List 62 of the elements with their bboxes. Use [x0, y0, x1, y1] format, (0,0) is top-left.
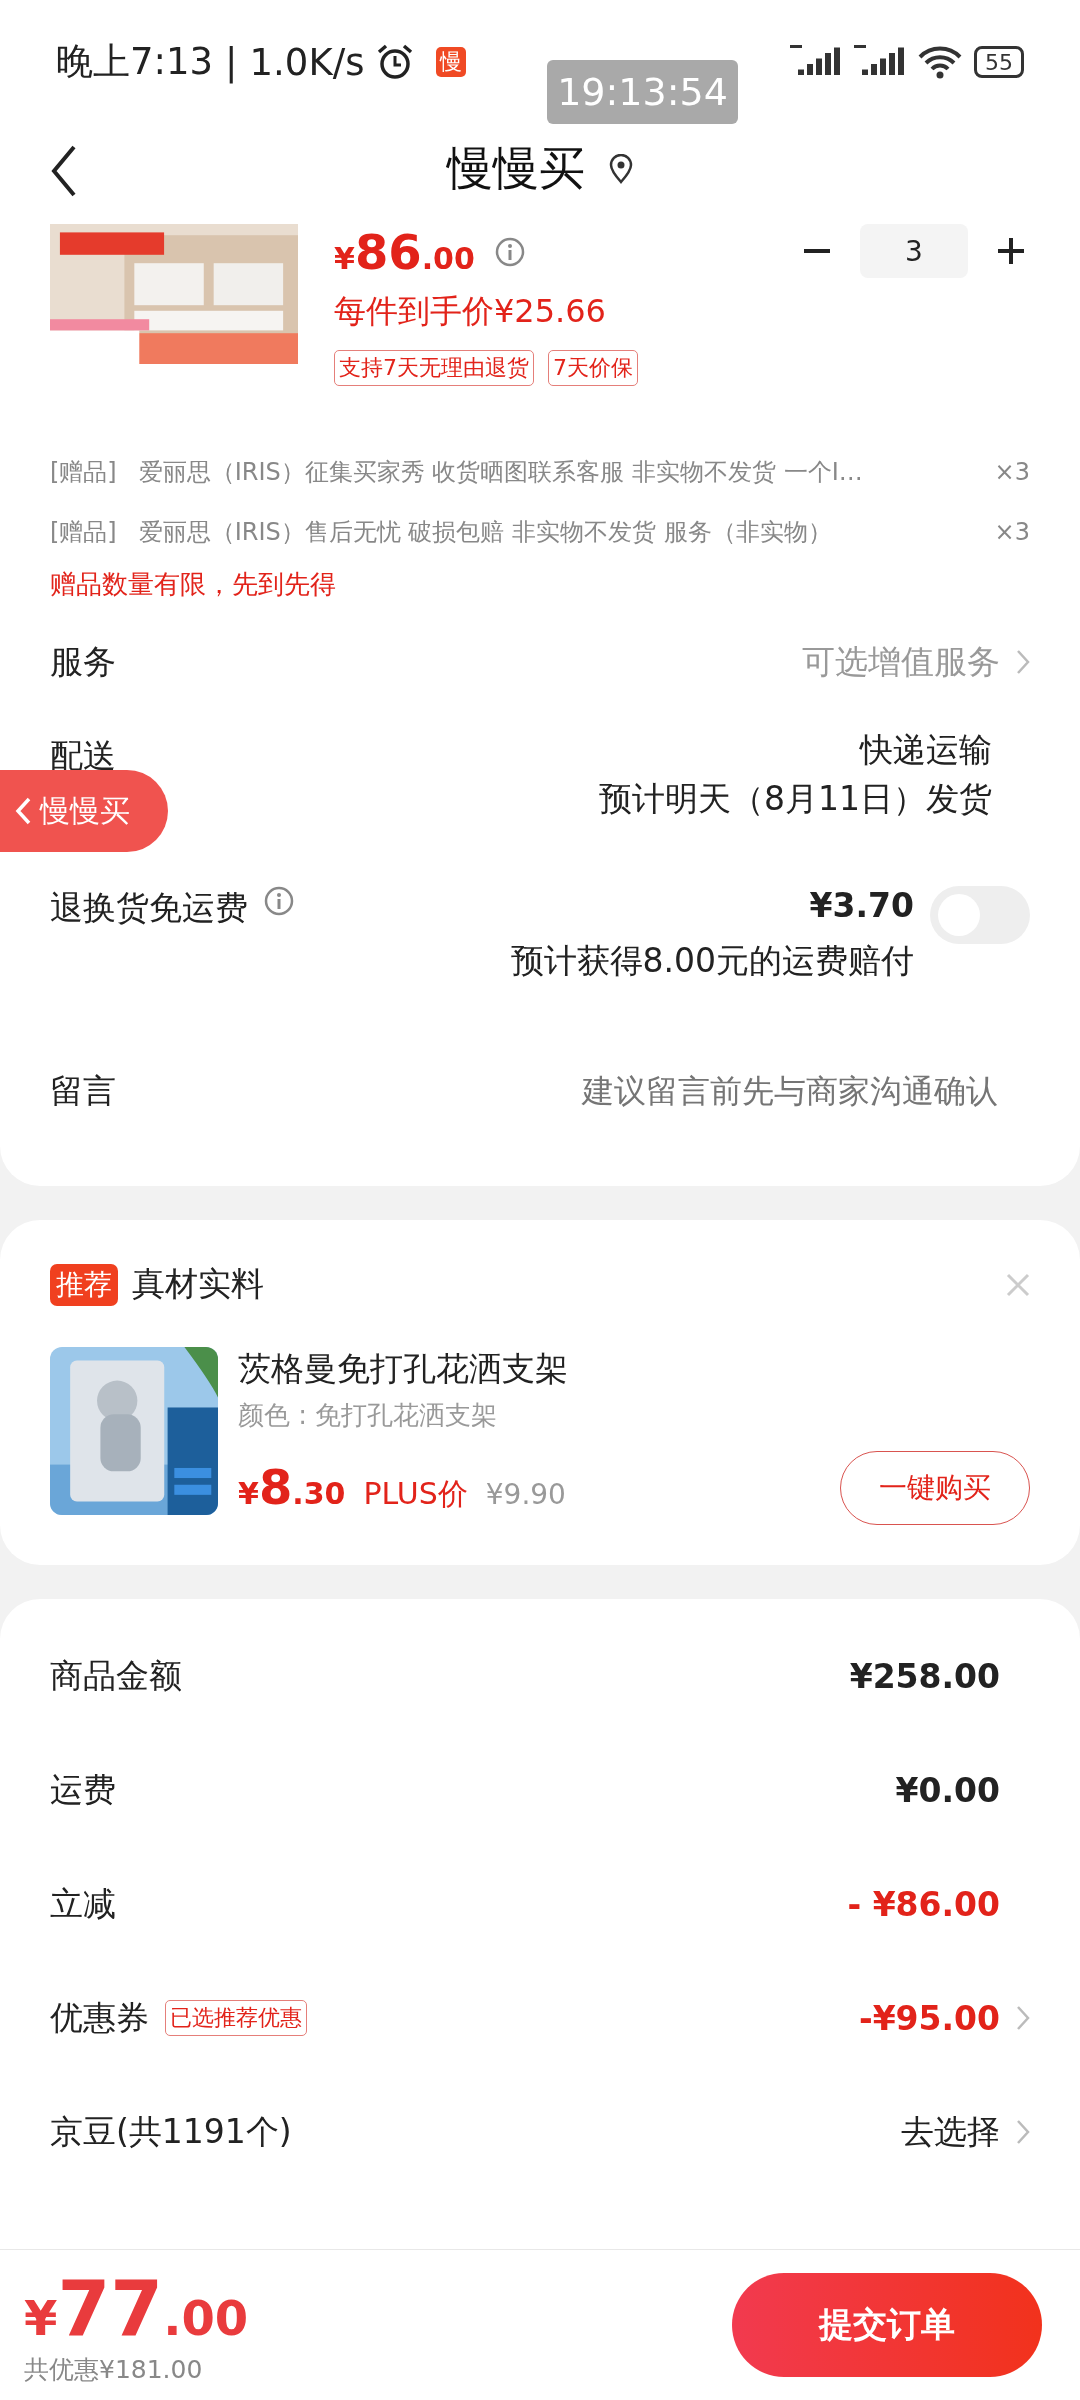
unit-price: 每件到手价¥25.66	[334, 291, 607, 332]
recommend-variant: 颜色 : 免打孔花洒支架	[238, 1399, 499, 1432]
coupon-tag: 已选推荐优惠	[165, 2000, 307, 2036]
chevron-icon	[1016, 2119, 1030, 2145]
summary-value: ¥258.00	[849, 1656, 1000, 1696]
service-value[interactable]: 可选增值服务	[802, 639, 1000, 685]
clock-overlay: 19:13:54	[547, 60, 738, 124]
status-time: 晚上7:13	[56, 39, 214, 85]
gift-label: [赠品]	[50, 517, 117, 548]
service-label: 服务	[50, 640, 116, 683]
summary-label: 京豆(共1191个)	[50, 2110, 292, 2153]
wifi-icon	[918, 45, 962, 79]
total-savings: 共优惠¥181.00	[24, 2354, 204, 2386]
page-title: 慢慢买	[447, 140, 585, 197]
plus-icon	[996, 236, 1026, 266]
message-label: 留言	[50, 1069, 116, 1112]
alarm-icon	[376, 43, 415, 81]
info-icon[interactable]	[264, 886, 294, 916]
delivery-method: 快递运输	[860, 729, 992, 771]
buy-now-button[interactable]: 一键购买	[840, 1451, 1030, 1525]
recommend-price: ¥8.30	[238, 1459, 346, 1515]
summary-value: ¥0.00	[895, 1770, 1000, 1810]
gift-count: ×3	[994, 458, 1030, 486]
minus-icon	[804, 249, 830, 253]
status-separator: |	[225, 40, 238, 84]
submit-order-button[interactable]: 提交订单	[732, 2273, 1042, 2377]
product-price: ¥86.00	[334, 224, 475, 280]
chevron-left-icon	[14, 796, 32, 826]
battery-icon: 55	[974, 46, 1024, 78]
summary-value[interactable]: 去选择	[901, 2109, 1000, 2155]
summary-label: 优惠券	[50, 1996, 149, 2039]
summary-label: 运费	[50, 1768, 116, 1811]
gift-label: [赠品]	[50, 457, 117, 488]
recommend-title: 真材实料	[132, 1263, 265, 1305]
delivery-eta: 预计明天（8月11日）发货	[599, 778, 992, 820]
recommend-badge: 推荐	[50, 1263, 118, 1306]
original-price: ¥9.90	[485, 1478, 566, 1511]
chevron-icon	[1016, 649, 1030, 675]
back-icon	[50, 144, 78, 198]
info-icon[interactable]	[494, 237, 525, 267]
location-pin-icon[interactable]	[609, 154, 633, 184]
summary-label: 商品金额	[50, 1654, 182, 1697]
gift-name: 爱丽思（IRIS）征集买家秀 收货晒图联系客服 非实物不发货 一个I…	[138, 457, 864, 488]
total-price: ¥77.00	[24, 2264, 249, 2353]
gift-notice: 赠品数量有限，先到先得	[49, 567, 337, 601]
return-shipping-label: 退换货免运费	[50, 887, 248, 929]
return-shipping-price: ¥3.70	[809, 886, 914, 925]
return-shipping-note: 预计获得8.00元的运费赔付	[510, 940, 914, 982]
gift-name: 爱丽思（IRIS）售后无忧 破损包赔 非实物不发货 服务（非实物）	[138, 517, 833, 548]
summary-label: 立减	[50, 1882, 116, 1925]
chevron-icon	[1016, 2005, 1030, 2031]
quantity-field[interactable]: 3	[860, 224, 968, 278]
recommend-product-name: 茨格曼免打孔花洒支架	[238, 1348, 569, 1390]
network-speed: 1.0K/s	[249, 40, 365, 84]
gift-count: ×3	[994, 518, 1030, 546]
service-tag: 7天价保	[548, 350, 638, 386]
app-notification-icon: 慢	[436, 47, 467, 77]
summary-value[interactable]: -¥95.00	[858, 1998, 1000, 2038]
service-tag: 支持7天无理由退货	[334, 350, 534, 386]
floating-back-button[interactable]: 慢慢买	[0, 770, 168, 852]
plus-price-label: PLUS价	[363, 1475, 468, 1513]
summary-value: - ¥86.00	[847, 1884, 1000, 1924]
